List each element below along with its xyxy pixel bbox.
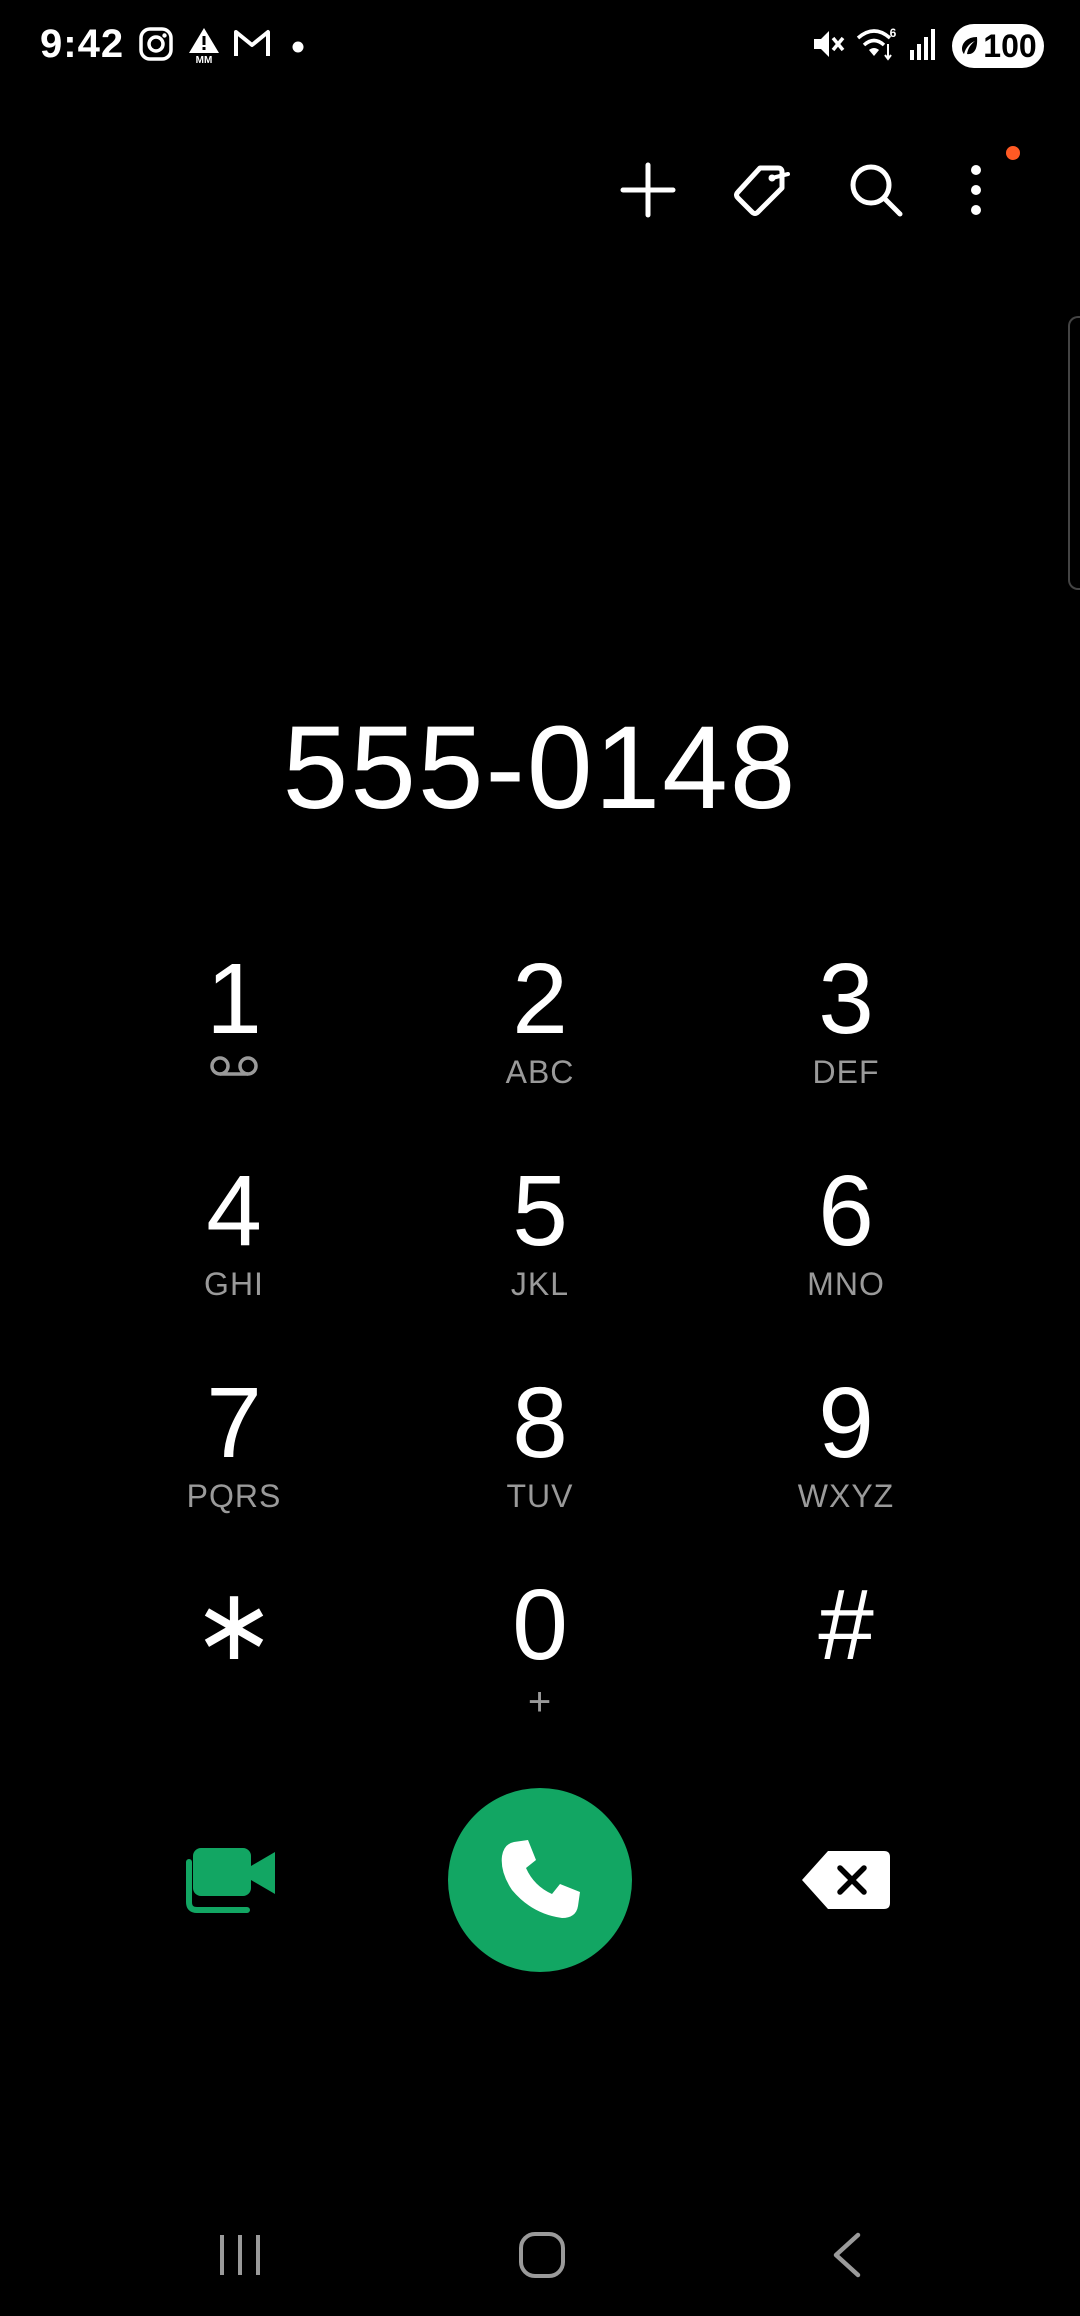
key-6[interactable]: 6 MNO — [696, 1156, 996, 1346]
scroll-handle[interactable] — [1068, 316, 1080, 590]
alert-icon: MM — [186, 26, 222, 69]
key-letters: DEF — [812, 1054, 880, 1090]
key-digit: 7 — [206, 1367, 262, 1479]
signal-icon — [908, 26, 940, 67]
mute-icon — [810, 26, 846, 67]
more-options-button[interactable] — [936, 150, 1016, 230]
home-icon — [519, 2232, 565, 2278]
key-digit: 0 — [512, 1569, 568, 1681]
key-letters: ABC — [505, 1054, 575, 1090]
key-3[interactable]: 3 DEF — [696, 944, 996, 1134]
key-1[interactable]: 1 — [84, 944, 384, 1134]
more-icon — [971, 165, 981, 215]
battery-level: 100 — [983, 27, 1037, 64]
key-5[interactable]: 5 JKL — [390, 1156, 690, 1346]
recents-icon — [220, 2235, 260, 2275]
key-letters: TUV — [506, 1478, 574, 1514]
call-button[interactable] — [448, 1788, 632, 1972]
video-call-icon — [186, 1848, 275, 1913]
backspace-button[interactable] — [796, 1846, 896, 1914]
key-digit: 4 — [206, 1155, 262, 1267]
backspace-icon — [802, 1851, 890, 1909]
add-icon — [620, 162, 676, 218]
svg-text:MM: MM — [196, 55, 213, 64]
key-digit: ∗ — [192, 1569, 276, 1681]
phone-icon — [501, 1840, 580, 1918]
key-0[interactable]: 0 + — [390, 1570, 690, 1760]
voicemail-icon — [210, 1056, 258, 1076]
dialed-number[interactable]: 555-0148 — [0, 700, 1080, 836]
key-letters: MNO — [807, 1266, 885, 1302]
notification-dot — [1006, 146, 1020, 160]
key-digit: 5 — [512, 1155, 568, 1267]
wifi-label: 6 — [890, 26, 897, 40]
key-hash[interactable]: # — [696, 1570, 996, 1760]
key-letters: + — [527, 1680, 553, 1724]
status-time: 9:42 — [40, 22, 125, 66]
add-contact-button[interactable] — [608, 150, 688, 230]
status-bar: 9:42 MM 6 100 — [0, 0, 1080, 96]
search-icon — [850, 164, 903, 217]
video-call-button[interactable] — [180, 1840, 290, 1920]
back-button[interactable] — [796, 2220, 896, 2290]
recents-button[interactable] — [190, 2220, 290, 2290]
key-2[interactable]: 2 ABC — [390, 944, 690, 1134]
dot-icon — [292, 40, 304, 58]
key-4[interactable]: 4 GHI — [84, 1156, 384, 1346]
key-letters: PQRS — [186, 1478, 282, 1514]
key-letters: JKL — [510, 1266, 570, 1302]
gmail-icon — [232, 26, 272, 65]
wifi-icon: 6 — [856, 26, 898, 69]
key-star[interactable]: ∗ — [84, 1570, 384, 1760]
navigation-bar — [0, 2200, 1080, 2316]
key-digit: 6 — [818, 1155, 874, 1267]
key-digit: 8 — [512, 1367, 568, 1479]
home-button[interactable] — [492, 2220, 592, 2290]
search-button[interactable] — [836, 150, 916, 230]
key-7[interactable]: 7 PQRS — [84, 1368, 384, 1558]
key-digit: 1 — [206, 943, 262, 1055]
key-digit: 2 — [512, 943, 568, 1055]
key-digit: # — [818, 1569, 874, 1681]
tag-icon — [734, 165, 790, 216]
tag-button[interactable] — [720, 150, 800, 230]
key-digit: 3 — [818, 943, 874, 1055]
battery-icon: 100 — [952, 24, 1044, 68]
back-icon — [833, 2232, 861, 2278]
key-9[interactable]: 9 WXYZ — [696, 1368, 996, 1558]
key-letters: WXYZ — [797, 1478, 895, 1514]
key-digit: 9 — [818, 1367, 874, 1479]
key-8[interactable]: 8 TUV — [390, 1368, 690, 1558]
top-actions — [0, 146, 1080, 230]
key-letters: GHI — [204, 1266, 264, 1302]
instagram-icon — [138, 26, 174, 67]
